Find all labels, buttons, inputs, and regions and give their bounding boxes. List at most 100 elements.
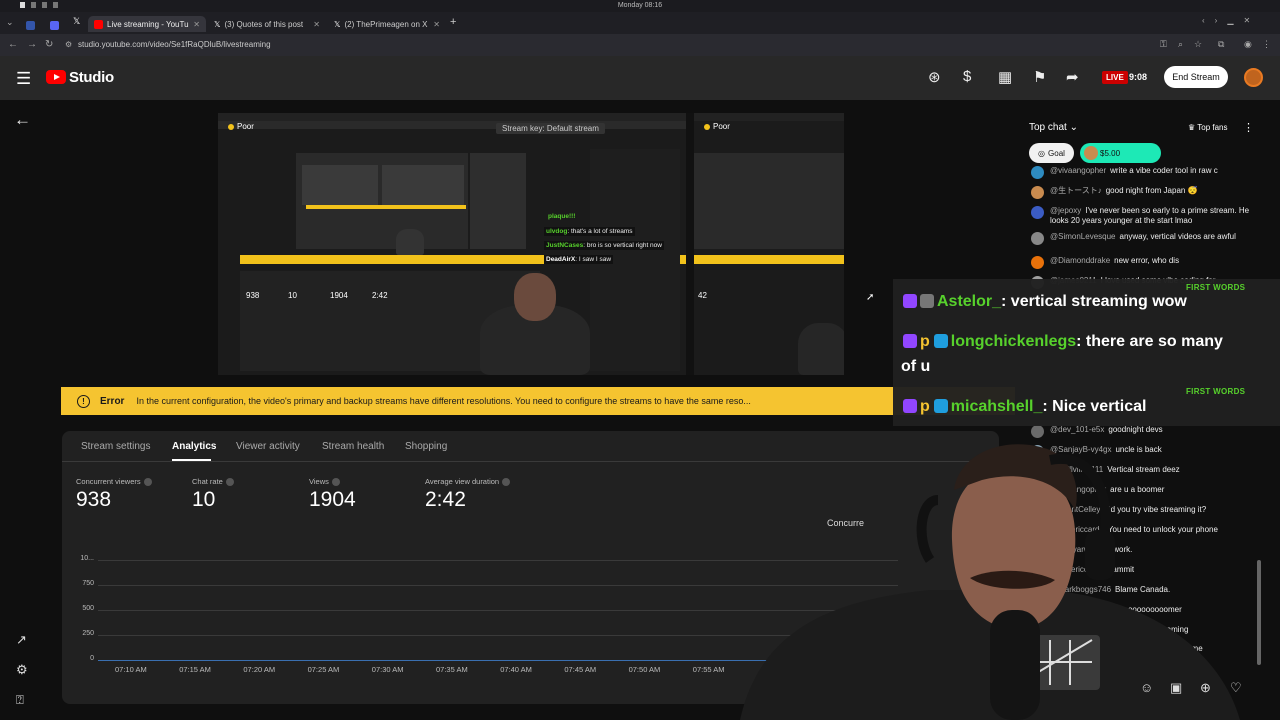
tab-stream-settings[interactable]: Stream settings [81, 441, 150, 452]
bookmark-icon[interactable]: ⚑ [1033, 68, 1046, 86]
chat-author: @jepoxy [1050, 206, 1082, 215]
tab-live-streaming[interactable]: Live streaming - YouTu ✕ [88, 16, 206, 32]
chat-scrollbar[interactable] [1257, 560, 1261, 665]
pinned-tab-discord[interactable] [50, 17, 59, 35]
end-stream-button[interactable]: End Stream [1164, 66, 1228, 88]
super-chat-pill[interactable]: $5.00 [1080, 143, 1161, 163]
external-link-icon[interactable]: ↗ [16, 632, 27, 648]
chat-text: good night from Japan 😴 [1105, 186, 1198, 195]
back-arrow-icon[interactable]: ← [14, 110, 31, 130]
heart-icon[interactable]: ♡ [1230, 680, 1242, 696]
tab-viewer-activity[interactable]: Viewer activity [236, 441, 300, 452]
twitch-icon [903, 399, 917, 413]
chat-message[interactable]: @SimonLevesque anyway, vertical videos ar… [1031, 232, 1256, 245]
chat-message-body: @Diamonddrake new error, who dis [1050, 256, 1179, 266]
inner-stat-duration: 42 [698, 291, 707, 300]
chat-message-body: @SimonLevesque anyway, vertical videos ar… [1050, 232, 1236, 242]
site-info-icon[interactable]: ⚙ [65, 40, 72, 49]
tab-primeagen[interactable]: 𝕏 (2) ThePrimeagen on X ✕ [328, 16, 446, 32]
url-field[interactable]: studio.youtube.com/video/Se1fRaQDluB/liv… [78, 40, 271, 49]
feedback-icon[interactable]: ⍰ [16, 692, 24, 708]
poor-connection-label: Poor [228, 122, 254, 131]
x-tick-label: 07:35 AM [436, 665, 468, 674]
chat-text: anyway, vertical videos are awful [1119, 232, 1236, 241]
help-icon[interactable] [502, 477, 511, 486]
bookmark-star-icon[interactable]: ☆ [1194, 39, 1202, 50]
inner-stat-viewers: 938 [246, 291, 260, 300]
goal-icon: ◎ [1038, 148, 1046, 158]
chat-text: write a vibe coder tool in raw c [1110, 166, 1218, 175]
inner-stat-duration: 2:42 [372, 291, 388, 300]
settings-gear-icon[interactable]: ⚙ [16, 662, 28, 678]
monetization-icon[interactable]: ⊛ [928, 68, 941, 86]
stream-key-select[interactable]: Stream key: Default stream [496, 123, 605, 134]
close-tab-icon[interactable]: ✕ [193, 20, 200, 29]
share-icon[interactable]: ➦ [1066, 68, 1079, 86]
live-timer: 9:08 [1129, 72, 1148, 82]
browser-menu-icon[interactable]: ⋮ [1262, 39, 1271, 50]
pinned-tab-x-icon[interactable]: 𝕏 [73, 16, 80, 27]
chat-message[interactable]: @vivaangopher write a vibe coder tool in … [1031, 166, 1256, 179]
emoji-icon[interactable]: ☺ [1140, 680, 1153, 695]
calendar-icon[interactable]: ▦ [998, 68, 1012, 86]
prime-badge-icon: p [920, 398, 930, 415]
tab-shopping[interactable]: Shopping [405, 441, 447, 452]
chat-mode-dropdown[interactable]: Top chat ⌄ [1029, 122, 1078, 133]
password-key-icon[interactable]: ⚿ [1160, 39, 1167, 50]
back-nav-icon[interactable]: ← [8, 39, 18, 50]
x-tick-label: 07:30 AM [371, 665, 404, 674]
studio-logo-text: Studio [69, 69, 114, 86]
error-info-icon: ! [77, 394, 90, 408]
pinned-tab-flag[interactable] [26, 17, 35, 35]
chevron-down-icon: ⌄ [1069, 122, 1078, 133]
webcam-overlay [720, 430, 1240, 720]
tab-stream-health[interactable]: Stream health [322, 441, 384, 452]
inner-chat-line: DeadAirX: I saw I saw [544, 255, 614, 264]
tab-list-icon[interactable]: ⌄ [6, 17, 14, 28]
chat-message[interactable]: @生トースト♪ good night from Japan 😴 [1031, 186, 1256, 199]
super-chat-icon[interactable]: $ [963, 68, 971, 85]
inner-chat-line: plaque!!! [548, 213, 576, 220]
hamburger-menu-icon[interactable]: ☰ [16, 69, 31, 89]
tab-analytics[interactable]: Analytics [172, 441, 216, 452]
error-message: In the current configuration, the video'… [136, 396, 751, 406]
close-tab-icon[interactable]: ✕ [433, 20, 440, 29]
twitch-icon [903, 334, 917, 348]
profile-icon[interactable]: ◉ [1244, 39, 1252, 50]
chat-message-body: @生トースト♪ good night from Japan 😴 [1050, 186, 1198, 196]
reload-icon[interactable]: ↻ [45, 39, 53, 50]
chat-message[interactable]: @jepoxy I've never been so early to a pri… [1031, 206, 1256, 226]
top-fans-button[interactable]: ♛ Top fans [1188, 123, 1228, 132]
youtube-logo[interactable] [46, 70, 66, 84]
x-tick-label: 07:10 AM [115, 665, 147, 674]
first-words-badge: FIRST WORDS [1186, 283, 1246, 292]
stream-preview[interactable]: Poor Stream key: Default stream 938 10 1… [218, 113, 844, 375]
new-tab-icon[interactable]: + [450, 16, 456, 28]
tab-quotes[interactable]: 𝕏 (3) Quotes of this post ✕ [208, 16, 326, 32]
help-icon[interactable] [331, 477, 340, 486]
super-chat-input-icon[interactable]: ▣ [1170, 680, 1182, 696]
overlay-chat-line: of u [901, 358, 931, 375]
os-menubar: Monday 08:16 [0, 0, 1280, 12]
chat-more-icon[interactable]: ⋮ [1243, 121, 1254, 134]
twitch-icon [903, 294, 917, 308]
goal-pill[interactable]: ◎ Goal [1029, 143, 1074, 163]
forward-nav-icon[interactable]: → [27, 39, 37, 50]
help-icon[interactable] [225, 477, 234, 486]
help-icon[interactable] [143, 477, 152, 486]
x-favicon-icon: 𝕏 [334, 19, 341, 29]
chat-message[interactable]: @Diamonddrake new error, who dis [1031, 256, 1256, 269]
avatar[interactable] [1244, 68, 1263, 87]
y-tick-label: 750 [82, 580, 94, 587]
poor-connection-label: Poor [704, 122, 730, 131]
first-words-badge: FIRST WORDS [1186, 387, 1246, 396]
window-controls[interactable]: ‹›▁✕ [1202, 16, 1260, 25]
add-icon[interactable]: ⊕ [1200, 680, 1211, 696]
tab-label: (2) ThePrimeagen on X [344, 19, 428, 29]
badge-icon [920, 294, 934, 308]
close-tab-icon[interactable]: ✕ [313, 20, 320, 29]
zoom-icon[interactable]: ⌕ [1178, 39, 1183, 50]
crown-badge-icon [933, 399, 948, 413]
prime-badge-icon: p [920, 333, 930, 350]
extensions-icon[interactable]: ⧉ [1218, 39, 1224, 50]
